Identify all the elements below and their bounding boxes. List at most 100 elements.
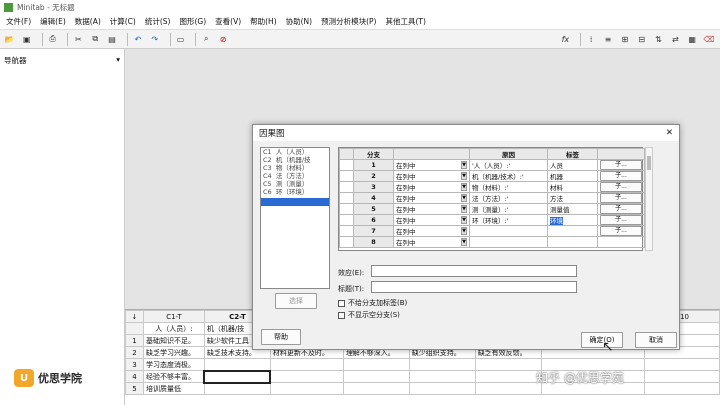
- cut-icon[interactable]: ✂: [72, 33, 84, 45]
- sub-branch-button[interactable]: 子...: [597, 181, 645, 193]
- data-cell[interactable]: [408, 370, 476, 383]
- label-cell[interactable]: 材料: [547, 181, 598, 193]
- eraser-icon[interactable]: ⌫: [703, 33, 715, 45]
- brush-icon[interactable]: ⁞: [585, 33, 597, 45]
- select-button[interactable]: 选择: [275, 293, 317, 309]
- column-list[interactable]: C1 人（人员） C2 机（机器/技 C3 物（材料） C4 法（方法） C5 …: [260, 147, 330, 289]
- data-cell[interactable]: 培训质量低: [142, 382, 205, 395]
- data-cell[interactable]: [269, 358, 344, 371]
- label-cell[interactable]: 环境: [547, 214, 598, 226]
- source-dropdown[interactable]: 在列中 ▼: [393, 159, 470, 171]
- data-cell[interactable]: [474, 382, 542, 395]
- menu-stat[interactable]: 统计(S): [145, 16, 171, 27]
- cause-cell[interactable]: 物（材料）:': [469, 181, 548, 193]
- data-cell[interactable]: [269, 370, 344, 383]
- column-list-item[interactable]: C6 环（环境）: [261, 188, 329, 196]
- checkbox-box[interactable]: [338, 299, 345, 307]
- data-cell[interactable]: [644, 358, 720, 371]
- data-cell[interactable]: 经验不够丰富。: [142, 370, 205, 383]
- window-icon[interactable]: ▭: [175, 33, 187, 45]
- no-empty-branches-checkbox[interactable]: 不显示空分支(S): [338, 310, 400, 320]
- row-marker[interactable]: ↓: [125, 310, 144, 323]
- column-list-item[interactable]: C3 物（材料）: [261, 164, 329, 172]
- column-list-item[interactable]: C1 人（人员）: [261, 148, 329, 156]
- data-cell[interactable]: 学习态度消极。: [142, 358, 205, 371]
- help-circle-icon[interactable]: ⊘: [217, 33, 229, 45]
- cause-cell[interactable]: '人（人员）:': [469, 159, 548, 171]
- menu-calc[interactable]: 计算(C): [110, 16, 136, 27]
- scrollbar-thumb[interactable]: [647, 156, 651, 170]
- undo-icon[interactable]: ↶: [132, 33, 144, 45]
- insert-col-icon[interactable]: ⊞: [619, 33, 631, 45]
- source-dropdown[interactable]: 在列中 ▼: [393, 214, 470, 226]
- menu-graph[interactable]: 图形(G): [179, 16, 206, 27]
- data-cell[interactable]: [644, 370, 720, 383]
- no-branch-labels-checkbox[interactable]: 不给分支加标签(B): [338, 298, 407, 308]
- sub-branch-button[interactable]: 子...: [597, 214, 645, 226]
- cause-cell[interactable]: 测（测量）:': [469, 203, 548, 215]
- cancel-button[interactable]: 取消: [635, 332, 677, 348]
- delete-icon[interactable]: ⊟: [636, 33, 648, 45]
- data-cell[interactable]: [342, 358, 410, 371]
- save-icon[interactable]: ▣: [21, 33, 33, 45]
- paste-icon[interactable]: ▤: [106, 33, 118, 45]
- menu-predictive[interactable]: 预测分析模块(P): [321, 16, 376, 27]
- cause-cell[interactable]: [469, 225, 548, 237]
- open-folder-icon[interactable]: 📂: [4, 33, 16, 45]
- menu-view[interactable]: 查看(V): [215, 16, 241, 27]
- find-icon[interactable]: ⌕: [200, 33, 212, 45]
- column-name-cell[interactable]: 人（人员）:: [142, 322, 205, 335]
- cause-cell[interactable]: 环（环境）:': [469, 214, 548, 226]
- data-cell[interactable]: [342, 370, 410, 383]
- cause-cell[interactable]: [469, 236, 548, 248]
- data-cell[interactable]: [474, 358, 542, 371]
- source-dropdown[interactable]: 在列中 ▼: [393, 236, 470, 248]
- menu-file[interactable]: 文件(F): [6, 16, 31, 27]
- insert-row-icon[interactable]: ≡: [602, 33, 614, 45]
- sort-icon[interactable]: ⇅: [653, 33, 665, 45]
- row-header[interactable]: 1: [125, 334, 144, 347]
- label-cell[interactable]: 方法: [547, 192, 598, 204]
- column-list-item[interactable]: C4 法（方法）: [261, 172, 329, 180]
- data-cell[interactable]: [269, 382, 344, 395]
- active-cell[interactable]: [203, 369, 272, 384]
- label-cell[interactable]: [547, 225, 598, 237]
- source-dropdown[interactable]: 在列中 ▼: [393, 192, 470, 204]
- column-list-selection[interactable]: [261, 198, 329, 206]
- row-header[interactable]: 4: [125, 370, 144, 383]
- effect-input[interactable]: [371, 265, 577, 277]
- column-list-item[interactable]: C2 机（机器/技: [261, 156, 329, 164]
- data-cell[interactable]: [474, 370, 542, 383]
- data-cell[interactable]: [408, 382, 476, 395]
- redo-icon[interactable]: ↷: [149, 33, 161, 45]
- data-cell[interactable]: [644, 382, 720, 395]
- print-icon[interactable]: ⎙: [47, 33, 59, 45]
- data-cell[interactable]: [342, 382, 410, 395]
- cell-icon[interactable]: ▦: [686, 33, 698, 45]
- menu-assist[interactable]: 协助(N): [286, 16, 312, 27]
- copy-icon[interactable]: ⧉: [89, 33, 101, 45]
- source-dropdown[interactable]: 在列中 ▼: [393, 181, 470, 193]
- menu-tools[interactable]: 其他工具(T): [385, 16, 425, 27]
- label-cell[interactable]: 人员: [547, 159, 598, 171]
- source-dropdown[interactable]: 在列中 ▼: [393, 203, 470, 215]
- label-cell[interactable]: 测量值: [547, 203, 598, 215]
- source-dropdown[interactable]: 在列中 ▼: [393, 170, 470, 182]
- row-header[interactable]: 3: [125, 358, 144, 371]
- data-cell[interactable]: [203, 358, 271, 371]
- checkbox-box[interactable]: [338, 311, 345, 319]
- branch-table-scrollbar[interactable]: [645, 147, 653, 251]
- title-input[interactable]: [371, 281, 577, 293]
- close-icon[interactable]: ✕: [666, 128, 673, 138]
- data-cell[interactable]: [203, 382, 271, 395]
- row-header-names[interactable]: [125, 322, 144, 335]
- data-cell[interactable]: 基础知识不足。: [142, 334, 205, 347]
- row-header[interactable]: 5: [125, 382, 144, 395]
- sub-branch-button[interactable]: 子...: [597, 203, 645, 215]
- row-header[interactable]: 2: [125, 346, 144, 359]
- sub-branch-button[interactable]: 子...: [597, 225, 645, 237]
- menu-help[interactable]: 帮助(H): [250, 16, 277, 27]
- navigator-menu-icon[interactable]: ▾: [116, 55, 120, 66]
- transpose-icon[interactable]: ⇄: [669, 33, 681, 45]
- label-cell[interactable]: 机器: [547, 170, 598, 182]
